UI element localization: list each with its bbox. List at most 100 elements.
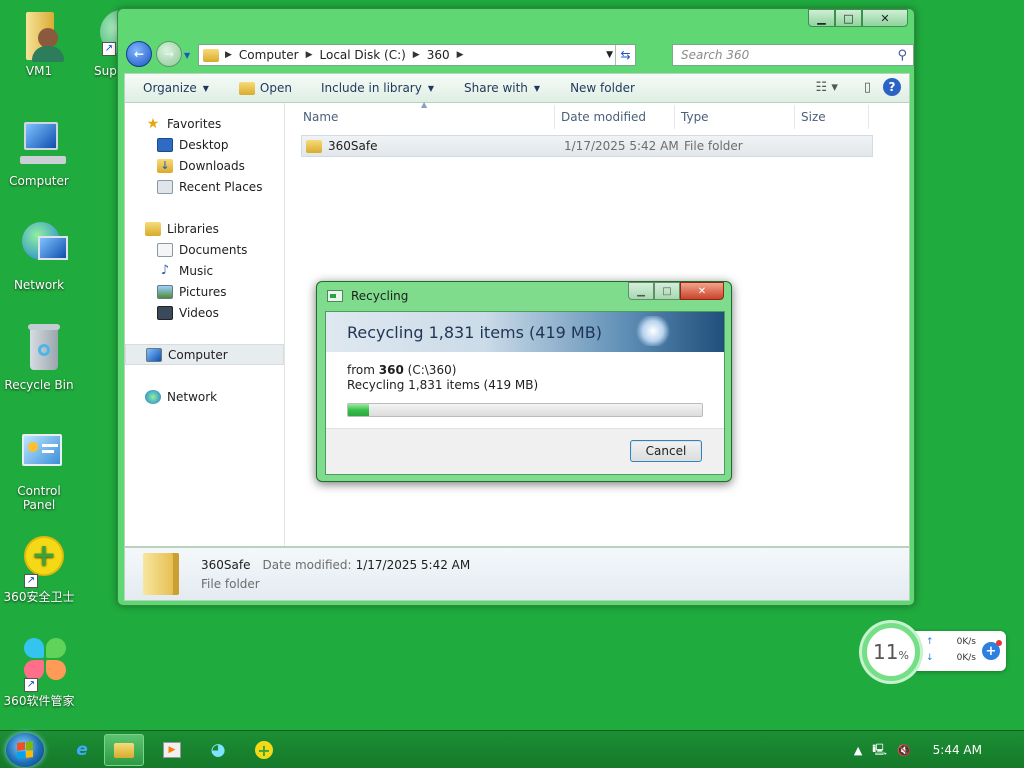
dialog-window-controls: ▁ □ ✕ <box>628 282 724 300</box>
start-button[interactable] <box>6 733 44 767</box>
from-path: (C:\360) <box>407 363 457 377</box>
star-icon: ★ <box>146 115 160 132</box>
file-name: 360Safe <box>328 139 378 153</box>
column-header-size[interactable]: Size <box>795 105 869 129</box>
nav-favorites[interactable]: ★ Favorites <box>125 113 284 134</box>
desktop-icon-label: Recycle Bin <box>4 378 74 392</box>
nav-desktop[interactable]: Desktop <box>125 134 284 155</box>
open-folder-icon <box>238 81 255 95</box>
nav-recent-places[interactable]: Recent Places <box>125 176 284 197</box>
breadcrumb-separator-icon[interactable]: ▶ <box>413 50 420 60</box>
column-header-name[interactable]: Name ▲ <box>297 100 555 129</box>
taskbar-360-safe[interactable]: + <box>244 734 284 766</box>
dialog-status: Recycling 1,831 items (419 MB) <box>347 378 539 392</box>
dialog-title: Recycling <box>351 289 409 303</box>
file-type: File folder <box>684 139 743 153</box>
column-header-date-modified[interactable]: Date modified <box>555 105 675 129</box>
dialog-banner: Recycling 1,831 items (419 MB) <box>326 312 724 352</box>
breadcrumb-computer[interactable]: Computer <box>239 48 299 62</box>
file-row[interactable]: 360Safe 1/17/2025 5:42 AM File folder <box>301 135 873 157</box>
nav-pictures[interactable]: Pictures <box>125 281 284 302</box>
show-hidden-icons-icon[interactable]: ▲ <box>854 744 862 757</box>
desktop-icon-360-safe[interactable]: + ↗ 360安全卫士 <box>0 534 78 604</box>
dialog-body: Recycling 1,831 items (419 MB) from 360 … <box>325 311 725 475</box>
recent-places-icon <box>157 179 173 194</box>
desktop-icon-control-panel[interactable]: Control Panel <box>0 428 78 512</box>
details-date-value: 1/17/2025 5:42 AM <box>355 557 471 572</box>
desktop-icon-network[interactable]: Network <box>0 222 78 292</box>
view-controls: ☷ ▾ ▯ ? <box>816 78 901 96</box>
nav-libraries[interactable]: Libraries <box>125 218 284 239</box>
taskbar-internet-explorer[interactable]: e <box>62 734 102 766</box>
network-speed-widget[interactable]: ↑ 0K/s ↓ 0K/s + 11% <box>862 623 1006 681</box>
open-button[interactable]: Open <box>238 81 292 95</box>
shortcut-arrow-icon: ↗ <box>24 574 38 588</box>
change-view-icon[interactable]: ☷ ▾ <box>816 80 838 95</box>
download-arrow-icon: ↓ <box>926 653 934 663</box>
column-header-type[interactable]: Type <box>675 105 795 129</box>
from-name: 360 <box>378 363 404 377</box>
videos-icon <box>157 305 173 320</box>
help-icon[interactable]: ? <box>883 78 901 96</box>
taskbar-360-browser[interactable]: ◕ <box>198 734 238 766</box>
minimize-button[interactable]: ▁ <box>808 9 835 27</box>
sort-arrow-icon: ▲ <box>421 100 428 109</box>
upload-arrow-icon: ↑ <box>926 637 934 647</box>
nav-documents[interactable]: Documents <box>125 239 284 260</box>
desktop-icon-recycle-bin[interactable]: Recycle Bin <box>0 322 78 392</box>
accelerate-plus-icon[interactable]: + <box>982 640 1002 660</box>
clock[interactable]: 5:44 AM <box>933 743 982 757</box>
breadcrumb-separator-icon[interactable]: ▶ <box>225 50 232 60</box>
libraries-icon <box>145 221 161 236</box>
recycle-animation-icon <box>636 316 670 346</box>
include-in-library-label: Include in library <box>320 81 422 95</box>
cancel-button[interactable]: Cancel <box>630 440 702 462</box>
share-with-menu[interactable]: Share with ▼ <box>464 81 540 95</box>
dialog-minimize-button[interactable]: ▁ <box>628 282 654 300</box>
maximize-button[interactable]: □ <box>835 9 862 27</box>
navigation-bar: ← → ▼ ▶ Computer ▶ Local Disk (C:) ▶ 360 ▶ … <box>124 39 914 67</box>
taskbar-media-player[interactable]: ▶ <box>152 734 192 766</box>
volume-muted-icon[interactable]: 🔇 <box>897 744 911 757</box>
folder-icon <box>203 48 219 62</box>
include-in-library-menu[interactable]: Include in library ▼ <box>321 81 434 95</box>
nav-downloads[interactable]: ↓ Downloads <box>125 155 284 176</box>
address-dropdown-icon[interactable]: ▼ <box>606 50 613 60</box>
recycle-bin-icon <box>12 322 66 376</box>
system-tray: ▲ 🖳 🔇 5:44 AM <box>854 731 1024 768</box>
search-box[interactable]: Search 360 ⚲ <box>672 44 914 66</box>
open-label: Open <box>259 81 292 95</box>
nav-network[interactable]: Network <box>125 386 284 407</box>
forward-button[interactable]: → <box>156 41 182 67</box>
new-folder-button[interactable]: New folder <box>570 81 635 95</box>
nav-videos[interactable]: Videos <box>125 302 284 323</box>
control-panel-icon <box>12 428 66 482</box>
desktop-icon-computer[interactable]: Computer <box>0 118 78 188</box>
folder-icon <box>143 553 179 595</box>
address-bar[interactable]: ▶ Computer ▶ Local Disk (C:) ▶ 360 ▶ ▼ ⇆ <box>198 44 636 66</box>
nav-music[interactable]: ♪ Music <box>125 260 284 281</box>
chevron-down-icon: ▼ <box>427 83 434 93</box>
refresh-icon[interactable]: ⇆ <box>615 45 635 65</box>
new-folder-label: New folder <box>570 81 635 95</box>
breadcrumb-separator-icon[interactable]: ▶ <box>457 50 464 60</box>
nav-computer[interactable]: Computer <box>125 344 284 365</box>
360-safe-icon: + ↗ <box>12 534 66 588</box>
organize-label: Organize <box>143 81 197 95</box>
recent-pages-dropdown[interactable]: ▼ <box>184 51 192 60</box>
search-icon[interactable]: ⚲ <box>897 48 907 63</box>
details-pane: 360Safe Date modified: 1/17/2025 5:42 AM… <box>124 547 910 601</box>
close-button[interactable]: ✕ <box>862 9 908 27</box>
back-button[interactable]: ← <box>126 41 152 67</box>
network-status-icon[interactable]: 🖳 <box>872 741 887 760</box>
taskbar-windows-explorer[interactable] <box>104 734 144 766</box>
breadcrumb-360[interactable]: 360 <box>427 48 450 62</box>
desktop-icon-360-software-manager[interactable]: ↗ 360软件管家 <box>0 638 78 708</box>
breadcrumb-local-disk[interactable]: Local Disk (C:) <box>320 48 406 62</box>
dialog-close-button[interactable]: ✕ <box>680 282 724 300</box>
organize-menu[interactable]: Organize ▼ <box>143 81 209 95</box>
breadcrumb-separator-icon[interactable]: ▶ <box>306 50 313 60</box>
memory-usage-ring[interactable]: 11% <box>862 623 920 681</box>
details-name: 360Safe <box>201 557 251 572</box>
preview-pane-icon[interactable]: ▯ <box>864 80 871 95</box>
